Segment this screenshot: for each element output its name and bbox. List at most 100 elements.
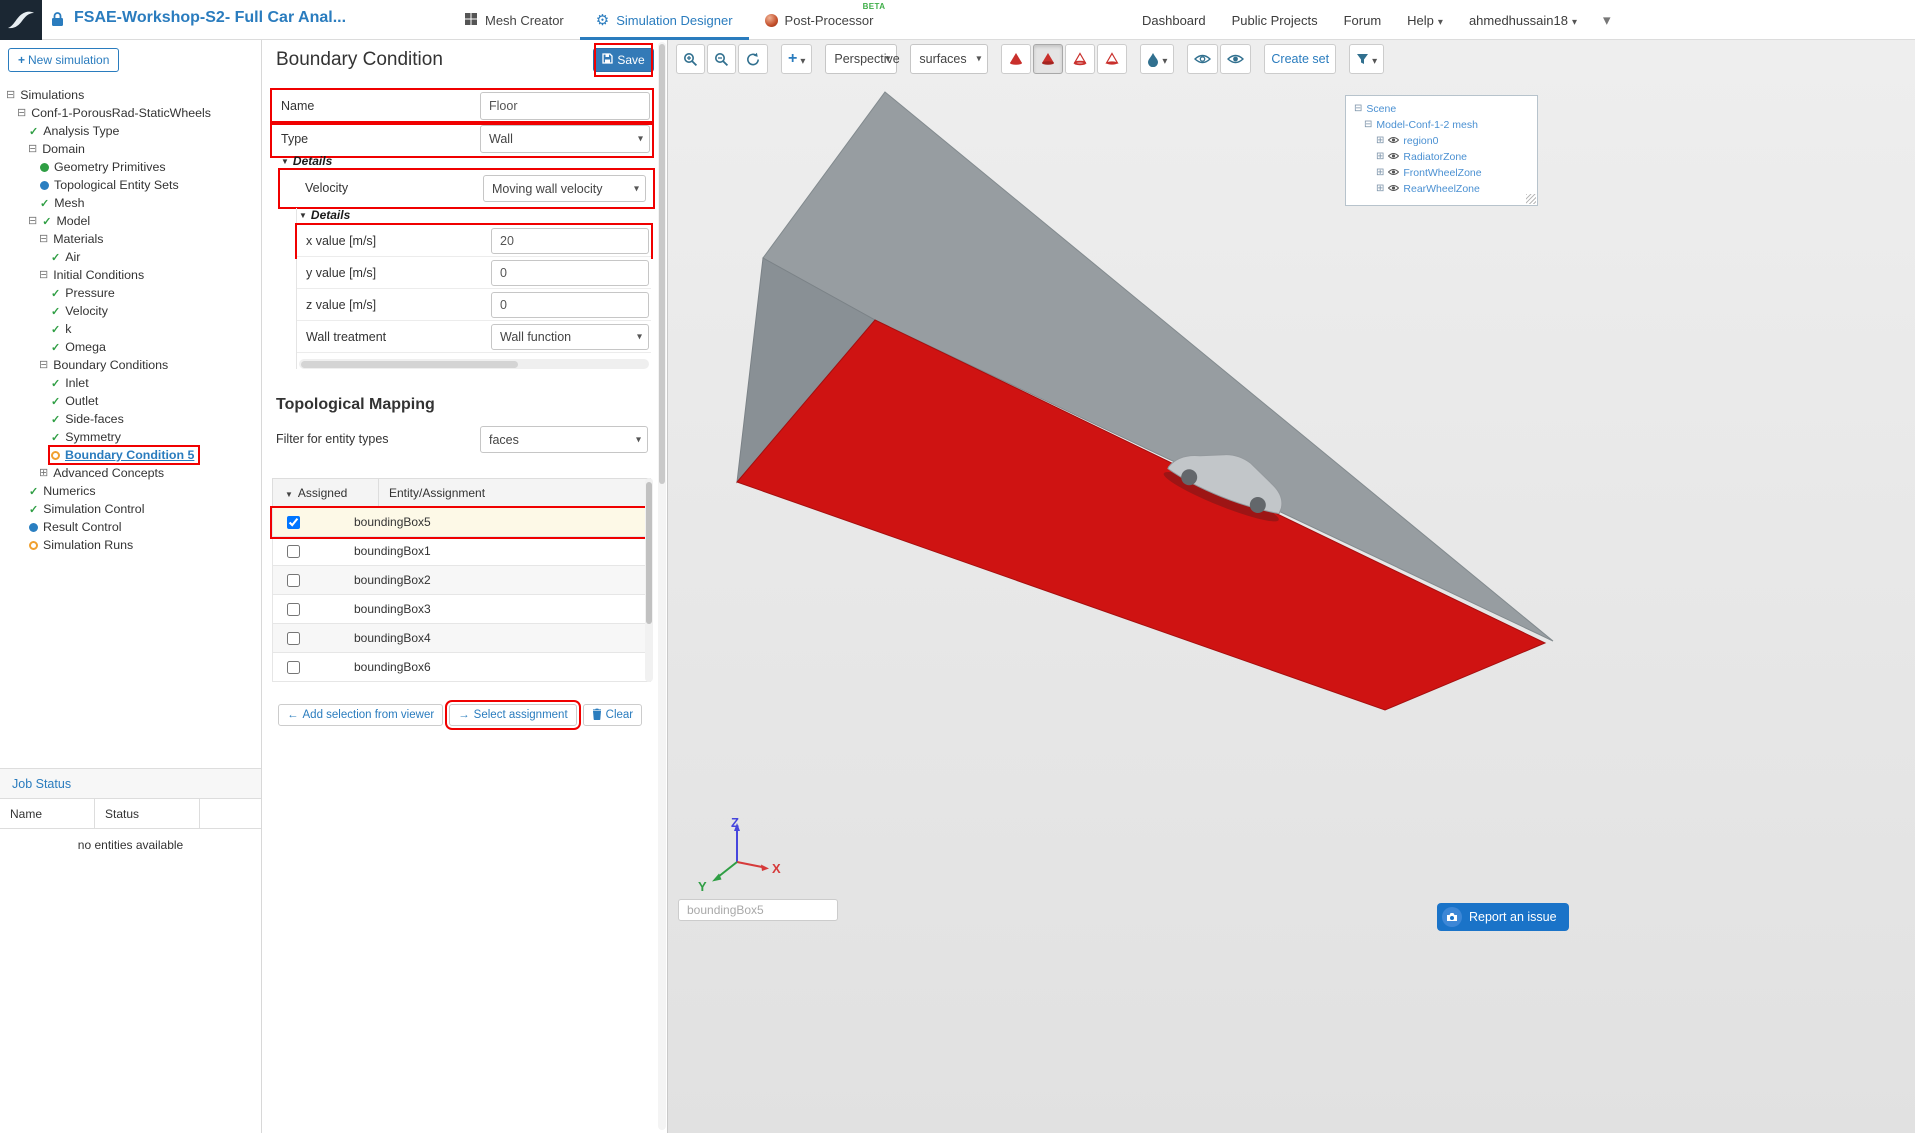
project-title[interactable]: FSAE-Workshop-S2- Full Car Anal...: [74, 9, 346, 27]
tree-item-label[interactable]: k: [65, 322, 71, 336]
assignment-checkbox[interactable]: [287, 632, 300, 645]
render-mode-select[interactable]: surfaces: [910, 44, 988, 74]
filter-button[interactable]: [1349, 44, 1384, 74]
tab-mesh-creator[interactable]: Mesh Creator: [448, 0, 580, 40]
expand-icon[interactable]: [1376, 152, 1384, 162]
tree-item-result-control[interactable]: Result Control: [0, 518, 261, 536]
scene-node-radiatorzone[interactable]: RadiatorZone: [1352, 149, 1531, 165]
cone-base-button[interactable]: [1097, 44, 1127, 74]
assignment-row-boundingbox5[interactable]: boundingBox5: [272, 508, 651, 537]
show-selection-button[interactable]: [1220, 44, 1251, 74]
projection-select[interactable]: Perspective: [825, 44, 897, 74]
nav-user-menu[interactable]: ahmedhussain18: [1469, 13, 1577, 28]
tab-simulation-designer[interactable]: ⚙ Simulation Designer: [580, 0, 749, 40]
tree-item-label[interactable]: Symmetry: [65, 430, 121, 444]
tree-item-label[interactable]: Numerics: [43, 484, 95, 498]
tree-item-inlet[interactable]: Inlet: [0, 374, 261, 392]
tree-item-outlet[interactable]: Outlet: [0, 392, 261, 410]
tree-item-air[interactable]: Air: [0, 248, 261, 266]
entity-column-header[interactable]: Entity/Assignment: [379, 479, 650, 507]
collapse-icon[interactable]: [28, 144, 37, 155]
tree-item-numerics[interactable]: Numerics: [0, 482, 261, 500]
save-button[interactable]: Save: [593, 48, 653, 72]
type-select[interactable]: Wall: [480, 125, 650, 153]
report-issue-button[interactable]: Report an issue: [1437, 903, 1569, 931]
tree-item-label[interactable]: Outlet: [65, 394, 98, 408]
assigned-column-header[interactable]: Assigned: [273, 479, 379, 507]
nav-forum[interactable]: Forum: [1344, 13, 1382, 28]
nav-public-projects[interactable]: Public Projects: [1232, 13, 1318, 28]
entity-type-select[interactable]: faces: [480, 426, 648, 453]
tree-item-velocity[interactable]: Velocity: [0, 302, 261, 320]
tree-item-domain[interactable]: Domain: [0, 140, 261, 158]
resize-handle-icon[interactable]: [1526, 194, 1536, 204]
tree-item-materials[interactable]: Materials: [0, 230, 261, 248]
tree-item-label[interactable]: Inlet: [65, 376, 88, 390]
tree-item-geometry-primitives[interactable]: Geometry Primitives: [0, 158, 261, 176]
tree-item-boundary-condition-5[interactable]: Boundary Condition 5: [0, 446, 261, 464]
tree-item-label[interactable]: Topological Entity Sets: [54, 178, 179, 192]
assignment-row-boundingbox4[interactable]: boundingBox4: [272, 624, 651, 653]
assignment-checkbox[interactable]: [287, 516, 300, 529]
tree-item-label[interactable]: Side-faces: [65, 412, 124, 426]
tree-item-mesh[interactable]: Mesh: [0, 194, 261, 212]
eye-icon[interactable]: [1388, 167, 1399, 179]
tree-item-simulation-control[interactable]: Simulation Control: [0, 500, 261, 518]
selection-input[interactable]: [678, 899, 838, 921]
assignment-row-boundingbox3[interactable]: boundingBox3: [272, 595, 651, 624]
collapse-icon[interactable]: [1354, 104, 1362, 114]
tree-item-label[interactable]: Domain: [42, 142, 85, 156]
scrollbar-thumb[interactable]: [646, 482, 652, 624]
assignment-checkbox[interactable]: [287, 545, 300, 558]
tree-item-label[interactable]: Materials: [53, 232, 103, 246]
tree-item-label[interactable]: Pressure: [65, 286, 115, 300]
add-geometry-primitive-button[interactable]: [781, 44, 812, 74]
cone-solid-active-button[interactable]: [1033, 44, 1063, 74]
z-value-m-s-input[interactable]: [491, 292, 649, 318]
tree-item-label[interactable]: Simulation Control: [43, 502, 144, 516]
zoom-in-button[interactable]: [676, 44, 705, 74]
tree-item-side-faces[interactable]: Side-faces: [0, 410, 261, 428]
tree-item-label[interactable]: Simulation Runs: [43, 538, 133, 552]
viewer-3d[interactable]: Perspective surfaces Create set SceneMod…: [668, 40, 1915, 1133]
tree-item-k[interactable]: k: [0, 320, 261, 338]
expand-icon[interactable]: [39, 468, 48, 479]
eye-icon[interactable]: [1388, 151, 1399, 163]
collapse-icon[interactable]: [6, 90, 15, 101]
expand-icon[interactable]: [1376, 136, 1384, 146]
cone-outline-button[interactable]: [1065, 44, 1095, 74]
tree-item-symmetry[interactable]: Symmetry: [0, 428, 261, 446]
scene-node-region0[interactable]: region0: [1352, 133, 1531, 149]
inner-details-toggle[interactable]: Details: [299, 208, 651, 222]
panel-scrollbar[interactable]: [658, 42, 666, 1130]
tree-item-label[interactable]: Conf-1-PorousRad-StaticWheels: [31, 106, 211, 120]
hide-selection-button[interactable]: [1187, 44, 1218, 74]
tree-item-conf-1-porousrad-staticwheels[interactable]: Conf-1-PorousRad-StaticWheels: [0, 104, 261, 122]
details-section-toggle[interactable]: Details: [281, 154, 332, 168]
velocity-select[interactable]: Moving wall velocity: [483, 175, 646, 202]
tree-item-simulations[interactable]: Simulations: [0, 86, 261, 104]
y-value-m-s-input[interactable]: [491, 260, 649, 286]
tree-item-label[interactable]: Model: [56, 214, 90, 228]
scene-node-frontwheelzone[interactable]: FrontWheelZone: [1352, 165, 1531, 181]
nav-dashboard[interactable]: Dashboard: [1142, 13, 1206, 28]
color-options-button[interactable]: [1140, 44, 1174, 74]
assignment-row-boundingbox2[interactable]: boundingBox2: [272, 566, 651, 595]
scene-node-rearwheelzone[interactable]: RearWheelZone: [1352, 181, 1531, 197]
assignment-checkbox[interactable]: [287, 574, 300, 587]
tree-item-boundary-conditions[interactable]: Boundary Conditions: [0, 356, 261, 374]
collapse-icon[interactable]: [1364, 120, 1372, 130]
tree-item-omega[interactable]: Omega: [0, 338, 261, 356]
tree-item-pressure[interactable]: Pressure: [0, 284, 261, 302]
collapse-icon[interactable]: [39, 270, 48, 281]
tree-item-model[interactable]: Model: [0, 212, 261, 230]
scene-node-model[interactable]: Model-Conf-1-2 mesh: [1352, 117, 1531, 133]
eye-icon[interactable]: [1388, 183, 1399, 195]
tree-item-label[interactable]: Boundary Condition 5: [65, 448, 194, 462]
clear-button[interactable]: Clear: [583, 704, 642, 726]
tree-item-label[interactable]: Omega: [65, 340, 106, 354]
collapse-icon[interactable]: [39, 234, 48, 245]
x-value-m-s-input[interactable]: [491, 228, 649, 254]
collapse-icon[interactable]: [39, 360, 48, 371]
add-selection-from-viewer-button[interactable]: Add selection from viewer: [278, 704, 443, 726]
